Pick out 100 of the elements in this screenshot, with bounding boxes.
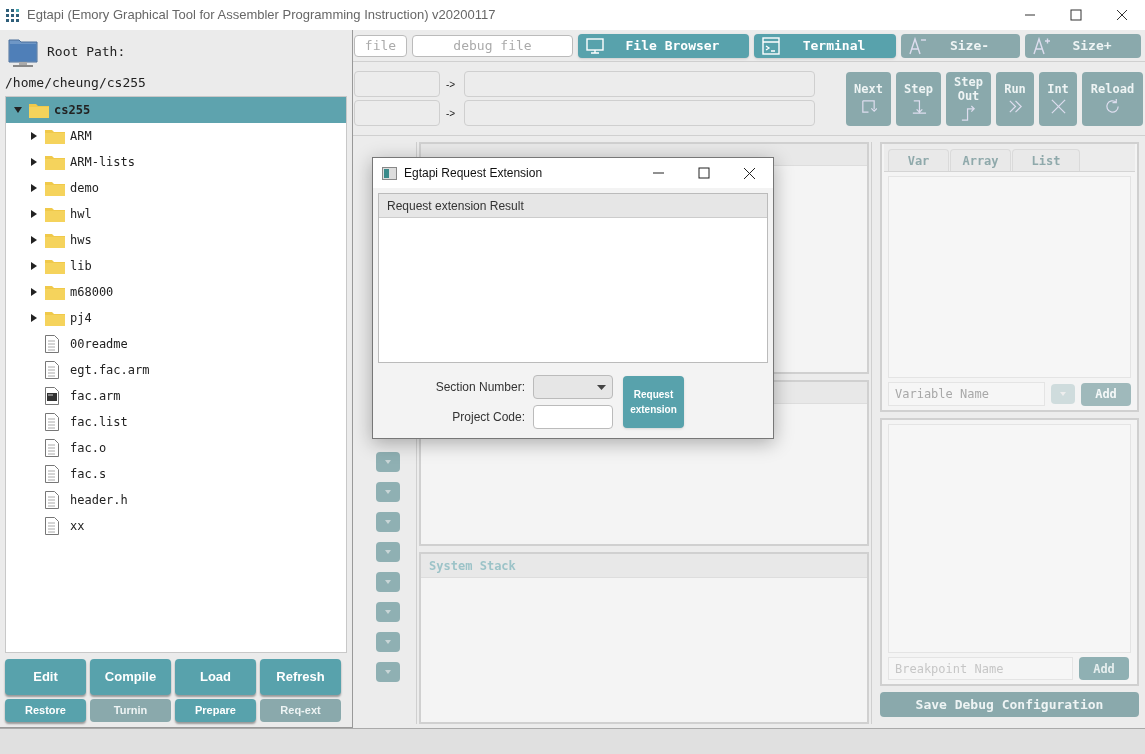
project-code-field[interactable] bbox=[533, 405, 613, 429]
document-icon bbox=[44, 516, 60, 536]
file-field[interactable]: file bbox=[354, 34, 407, 57]
folder-icon bbox=[44, 231, 66, 249]
step-out-icon bbox=[960, 105, 977, 122]
terminal-file-icon bbox=[44, 386, 60, 406]
tab[interactable]: List bbox=[1012, 149, 1080, 171]
add-button[interactable]: Add bbox=[1079, 657, 1129, 680]
tree-item[interactable]: fac.list bbox=[6, 409, 346, 435]
document-icon bbox=[44, 360, 60, 380]
folder-icon bbox=[44, 153, 66, 171]
type-dropdown[interactable] bbox=[1051, 384, 1075, 404]
tab[interactable]: Array bbox=[950, 149, 1011, 171]
file-field[interactable]: debug file bbox=[412, 34, 573, 57]
document-icon bbox=[44, 490, 60, 510]
font-decrease-icon bbox=[909, 36, 927, 55]
tree-item[interactable]: pj4 bbox=[6, 305, 346, 331]
tree-item[interactable]: hws bbox=[6, 227, 346, 253]
register-dropdown[interactable] bbox=[376, 542, 401, 562]
next-icon bbox=[860, 98, 877, 115]
caret-right-icon[interactable] bbox=[30, 132, 38, 140]
arrow-label: -> bbox=[446, 77, 457, 92]
panel-title: System Stack bbox=[429, 557, 516, 575]
terminal-icon bbox=[762, 36, 780, 55]
root-path-label: Root Path: bbox=[47, 43, 126, 62]
tree-item[interactable]: hwl bbox=[6, 201, 346, 227]
file-action-button[interactable]: Refresh bbox=[260, 659, 341, 695]
tab[interactable]: Var bbox=[888, 149, 949, 171]
file-action-button[interactable]: Edit bbox=[5, 659, 86, 695]
font-increase-icon bbox=[1033, 36, 1051, 55]
caret-right-icon[interactable] bbox=[30, 184, 38, 192]
folder-icon bbox=[44, 309, 66, 327]
step-icon bbox=[910, 98, 927, 115]
tree-item[interactable]: egt.fac.arm bbox=[6, 357, 346, 383]
root-path: /home/cheung/cs255 bbox=[5, 74, 147, 93]
window-title: Egtapi (Emory Graphical Tool for Assembler Programming Instruction) v20200117 bbox=[27, 6, 496, 25]
caret-icon bbox=[385, 610, 392, 614]
caret-right-icon[interactable] bbox=[30, 236, 38, 244]
computer-icon bbox=[7, 36, 39, 68]
tree-item[interactable]: lib bbox=[6, 253, 346, 279]
caret-icon bbox=[385, 520, 392, 524]
caret-down-icon[interactable] bbox=[14, 106, 22, 114]
tree-item[interactable]: fac.s bbox=[6, 461, 346, 487]
caret-icon bbox=[385, 460, 392, 464]
monitor-icon bbox=[586, 36, 604, 55]
caret-right-icon[interactable] bbox=[30, 314, 38, 322]
tree-item[interactable]: xx bbox=[6, 513, 346, 539]
caret-right-icon[interactable] bbox=[30, 210, 38, 218]
register-dropdown[interactable] bbox=[376, 632, 401, 652]
toolbar-button[interactable]: File Browser bbox=[578, 33, 749, 58]
document-icon bbox=[44, 438, 60, 458]
tree-item[interactable]: header.h bbox=[6, 487, 346, 513]
add-button[interactable]: Add bbox=[1081, 382, 1131, 406]
caret-right-icon[interactable] bbox=[30, 288, 38, 296]
document-icon bbox=[44, 464, 60, 484]
folder-icon bbox=[44, 179, 66, 197]
toolbar-button[interactable]: Terminal bbox=[754, 33, 896, 58]
window-icon bbox=[382, 166, 397, 180]
variable-name-field[interactable]: Variable Name bbox=[888, 382, 1045, 406]
file-action-button[interactable]: Compile bbox=[90, 659, 171, 695]
reload-icon bbox=[1104, 98, 1121, 115]
tree-item[interactable]: ARM bbox=[6, 123, 346, 149]
caret-icon bbox=[385, 670, 392, 674]
address-field[interactable] bbox=[464, 100, 815, 126]
app-icon bbox=[6, 8, 19, 22]
request-extension-button[interactable]: Request extension bbox=[623, 376, 684, 428]
register-dropdown[interactable] bbox=[376, 452, 401, 472]
register-dropdown[interactable] bbox=[376, 572, 401, 592]
document-icon bbox=[44, 412, 60, 432]
register-dropdown[interactable] bbox=[376, 482, 401, 502]
address-field[interactable] bbox=[354, 100, 440, 126]
caret-right-icon[interactable] bbox=[30, 262, 38, 270]
caret-icon bbox=[385, 580, 392, 584]
address-field[interactable] bbox=[464, 71, 815, 97]
dialog-title: Egtapi Request Extension bbox=[404, 165, 543, 182]
file-action-button[interactable]: Restore bbox=[5, 699, 86, 722]
tree-item[interactable]: ARM-lists bbox=[6, 149, 346, 175]
file-action-button[interactable]: Load bbox=[175, 659, 256, 695]
file-action-button[interactable]: Prepare bbox=[175, 699, 256, 722]
tree-item[interactable]: 00readme bbox=[6, 331, 346, 357]
caret-right-icon[interactable] bbox=[30, 158, 38, 166]
tree-item[interactable]: m68000 bbox=[6, 279, 346, 305]
caret-icon bbox=[385, 640, 392, 644]
tree-item[interactable]: fac.arm bbox=[6, 383, 346, 409]
caret-icon bbox=[597, 384, 606, 390]
tree-item[interactable]: cs255 bbox=[6, 97, 346, 123]
tree-item[interactable]: demo bbox=[6, 175, 346, 201]
folder-icon bbox=[44, 283, 66, 301]
register-dropdown[interactable] bbox=[376, 662, 401, 682]
register-dropdown[interactable] bbox=[376, 512, 401, 532]
folder-icon bbox=[44, 257, 66, 275]
register-dropdown[interactable] bbox=[376, 602, 401, 622]
caret-icon bbox=[385, 550, 392, 554]
caret-icon bbox=[385, 490, 392, 494]
folder-icon bbox=[44, 127, 66, 145]
folder-icon bbox=[44, 205, 66, 223]
section-number-dropdown[interactable] bbox=[533, 375, 613, 399]
address-field[interactable] bbox=[354, 71, 440, 97]
tree-item[interactable]: fac.o bbox=[6, 435, 346, 461]
field-label: Project Code: bbox=[452, 409, 525, 426]
